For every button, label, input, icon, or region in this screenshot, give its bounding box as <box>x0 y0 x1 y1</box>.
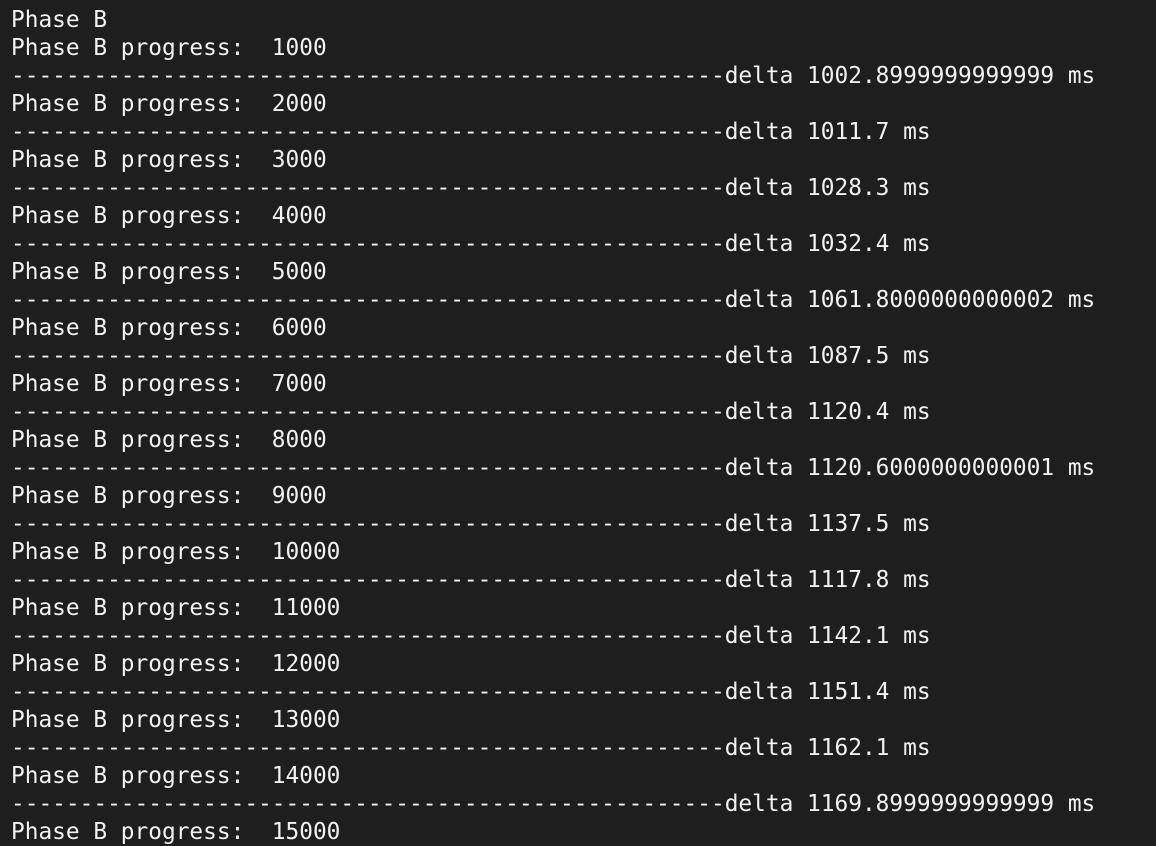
output-line-delta: ----------------------------------------… <box>11 791 1096 817</box>
output-line-progress: Phase B progress: 5000 <box>11 259 327 285</box>
output-line-delta: ----------------------------------------… <box>11 623 931 649</box>
output-line-delta: ----------------------------------------… <box>11 399 931 425</box>
output-line-progress: Phase B progress: 12000 <box>11 651 341 677</box>
output-line-delta: ----------------------------------------… <box>11 175 931 201</box>
output-line-delta: ----------------------------------------… <box>11 735 931 761</box>
terminal-output[interactable]: Phase B Phase B progress: 1000 ---------… <box>0 0 1156 846</box>
output-line-progress: Phase B progress: 15000 <box>11 819 341 845</box>
output-line-progress: Phase B progress: 1000 <box>11 35 327 61</box>
output-line-delta: ----------------------------------------… <box>11 343 931 369</box>
output-line-delta: ----------------------------------------… <box>11 455 1096 481</box>
output-line-delta: ----------------------------------------… <box>11 679 931 705</box>
output-line-progress: Phase B progress: 13000 <box>11 707 341 733</box>
output-line-delta: ----------------------------------------… <box>11 287 1096 313</box>
output-line-delta: ----------------------------------------… <box>11 231 931 257</box>
output-line-progress: Phase B progress: 8000 <box>11 427 327 453</box>
output-line-progress: Phase B progress: 2000 <box>11 91 327 117</box>
output-line-delta: ----------------------------------------… <box>11 567 931 593</box>
output-line-progress: Phase B progress: 7000 <box>11 371 327 397</box>
output-line-delta: ----------------------------------------… <box>11 119 931 145</box>
output-line-progress: Phase B progress: 3000 <box>11 147 327 173</box>
output-line-progress: Phase B progress: 9000 <box>11 483 327 509</box>
output-line-delta: ----------------------------------------… <box>11 511 931 537</box>
output-line-progress: Phase B progress: 6000 <box>11 315 327 341</box>
output-line-progress: Phase B progress: 10000 <box>11 539 341 565</box>
output-line-delta: ----------------------------------------… <box>11 63 1096 89</box>
output-line-progress: Phase B progress: 4000 <box>11 203 327 229</box>
output-line-progress: Phase B progress: 11000 <box>11 595 341 621</box>
output-line-phase-header: Phase B <box>11 7 108 33</box>
output-line-progress: Phase B progress: 14000 <box>11 763 341 789</box>
